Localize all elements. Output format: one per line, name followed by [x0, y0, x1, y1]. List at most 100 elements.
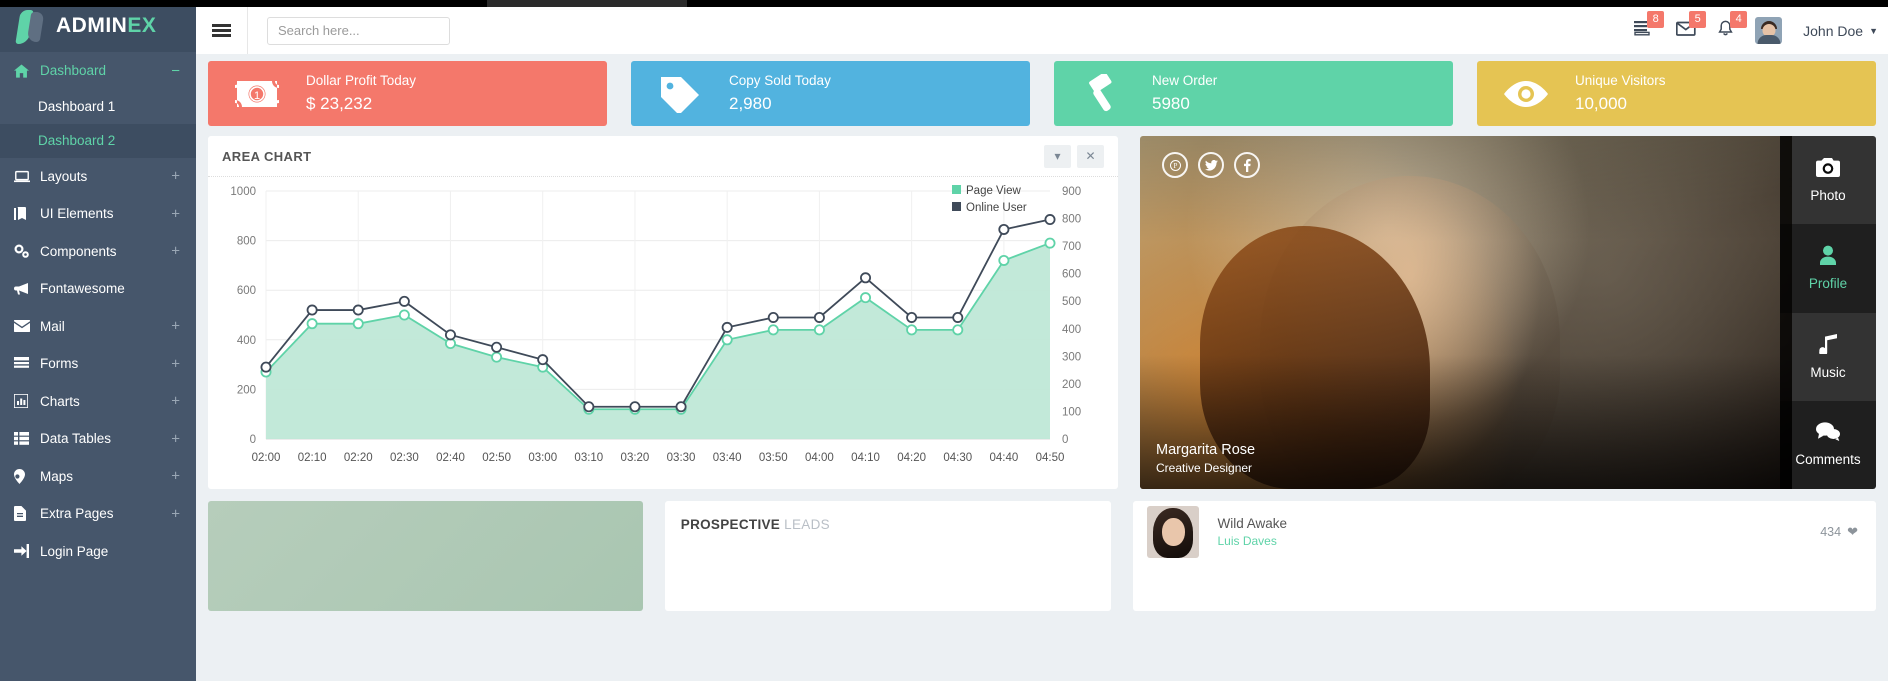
- gavel-icon: [1054, 74, 1152, 114]
- expand-caret[interactable]: +: [171, 244, 180, 259]
- user-menu[interactable]: John Doe ▼: [1803, 23, 1878, 39]
- panel-header: AREA CHART ▾ ✕: [208, 136, 1118, 177]
- money-bill-icon: 1: [208, 79, 306, 109]
- bar-chart-icon: [14, 394, 40, 408]
- expand-caret[interactable]: +: [171, 431, 180, 446]
- content-row-2: PROSPECTIVE LEADS Wild Awake Luis Daves …: [196, 489, 1888, 611]
- search-container: [248, 17, 450, 45]
- sidebar-item-mail[interactable]: Mail +: [0, 308, 196, 346]
- stat-label: Copy Sold Today: [729, 73, 831, 88]
- collapse-caret[interactable]: −: [171, 63, 180, 78]
- top-header: 8 5 4 John Doe ▼: [196, 7, 1888, 54]
- svg-text:0: 0: [1062, 434, 1068, 446]
- cogs-icon: [14, 244, 40, 258]
- stat-card-dollar-profit[interactable]: 1 Dollar Profit Today $ 23,232: [208, 61, 607, 126]
- brand-part-1: ADMIN: [56, 14, 127, 37]
- person-role: Creative Designer: [1156, 461, 1776, 475]
- svg-text:800: 800: [1062, 214, 1081, 226]
- tab-comments[interactable]: Comments: [1780, 401, 1876, 489]
- expand-caret[interactable]: +: [171, 469, 180, 484]
- stat-value: 5980: [1152, 94, 1217, 114]
- area-chart-svg: 02004006008001000 0100200300400500600700…: [208, 177, 1118, 489]
- prospective-leads-panel: PROSPECTIVE LEADS: [665, 501, 1112, 611]
- heart-icon: ❤: [1847, 524, 1858, 540]
- panel-actions: ▾ ✕: [1044, 145, 1104, 168]
- sidebar-item-fontawesome[interactable]: Fontawesome: [0, 270, 196, 308]
- sidebar-item-label: Dashboard: [40, 63, 106, 78]
- stat-card-new-order[interactable]: New Order 5980: [1054, 61, 1453, 126]
- bell-icon[interactable]: 4: [1717, 20, 1734, 42]
- pinterest-icon[interactable]: P: [1162, 152, 1188, 178]
- sidebar-item-login-page[interactable]: Login Page: [0, 533, 196, 571]
- svg-text:700: 700: [1062, 241, 1081, 253]
- facebook-icon[interactable]: [1234, 152, 1260, 178]
- book-icon: [14, 207, 40, 221]
- sidebar-item-label: Maps: [40, 469, 73, 484]
- brand-logo-area[interactable]: ADMINEX: [0, 0, 196, 52]
- expand-caret[interactable]: +: [171, 169, 180, 184]
- sidebar-item-components[interactable]: Components +: [0, 233, 196, 271]
- messages-envelope-icon[interactable]: 5: [1676, 20, 1696, 41]
- tag-icon: [631, 75, 729, 113]
- svg-text:100: 100: [1062, 406, 1081, 418]
- tasks-badge: 8: [1647, 11, 1664, 28]
- sidebar-item-forms[interactable]: Forms +: [0, 345, 196, 383]
- sidebar-subitem-dashboard-2[interactable]: Dashboard 2: [0, 124, 196, 158]
- chevron-down-icon[interactable]: ▾: [1044, 145, 1071, 168]
- sidebar-item-extra-pages[interactable]: Extra Pages +: [0, 495, 196, 533]
- svg-text:500: 500: [1062, 296, 1081, 308]
- svg-text:1000: 1000: [230, 186, 256, 198]
- expand-caret[interactable]: +: [171, 356, 180, 371]
- tasks-icon[interactable]: 8: [1634, 20, 1655, 41]
- tab-profile[interactable]: Profile: [1780, 224, 1876, 312]
- file-icon: [14, 506, 40, 521]
- svg-text:04:50: 04:50: [1036, 452, 1065, 464]
- social-links: P: [1162, 152, 1260, 178]
- expand-caret[interactable]: +: [171, 506, 180, 521]
- list-item-text: Wild Awake Luis Daves: [1217, 516, 1287, 548]
- sidebar-subitem-label: Dashboard 1: [38, 99, 115, 114]
- list-item[interactable]: Wild Awake Luis Daves 434 ❤: [1133, 501, 1876, 563]
- page-title: AREA CHART: [222, 149, 311, 164]
- stat-label: New Order: [1152, 73, 1217, 88]
- sidebar-item-label: Forms: [40, 356, 78, 371]
- twitter-icon[interactable]: [1198, 152, 1224, 178]
- svg-text:04:40: 04:40: [989, 452, 1018, 464]
- sidebar-item-charts[interactable]: Charts +: [0, 383, 196, 421]
- tab-photo[interactable]: Photo: [1780, 136, 1876, 224]
- sidebar-item-label: Login Page: [40, 544, 108, 559]
- svg-text:P: P: [1173, 162, 1177, 170]
- svg-text:04:20: 04:20: [897, 452, 926, 464]
- sidebar-item-label: Extra Pages: [40, 506, 114, 521]
- sidebar-item-maps[interactable]: Maps +: [0, 458, 196, 496]
- header-actions: 8 5 4 John Doe ▼: [1634, 17, 1888, 44]
- expand-caret[interactable]: +: [171, 394, 180, 409]
- svg-text:800: 800: [237, 236, 256, 248]
- expand-caret[interactable]: +: [171, 319, 180, 334]
- sidebar-item-label: Fontawesome: [40, 281, 125, 296]
- leaf-logo-icon: [16, 8, 50, 44]
- sidebar-item-layouts[interactable]: Layouts +: [0, 158, 196, 196]
- close-icon[interactable]: ✕: [1077, 145, 1104, 168]
- svg-text:03:50: 03:50: [759, 452, 788, 464]
- envelope-icon: [14, 320, 40, 332]
- avatar[interactable]: [1755, 17, 1782, 44]
- sidebar-nav: Dashboard − Dashboard 1 Dashboard 2 Layo…: [0, 52, 196, 570]
- sidebar-item-dashboard[interactable]: Dashboard −: [0, 52, 196, 90]
- tab-label: Photo: [1810, 188, 1845, 203]
- stat-card-copy-sold[interactable]: Copy Sold Today 2,980: [631, 61, 1030, 126]
- avatar: [1147, 506, 1199, 558]
- tab-music[interactable]: Music: [1780, 313, 1876, 401]
- hamburger-icon[interactable]: [196, 7, 248, 54]
- search-input[interactable]: [267, 17, 450, 45]
- svg-text:200: 200: [1062, 379, 1081, 391]
- svg-text:400: 400: [237, 335, 256, 347]
- content-row-1: AREA CHART ▾ ✕ 02004006008001000 0100200…: [196, 126, 1888, 489]
- track-artist: Luis Daves: [1217, 534, 1287, 548]
- sidebar-item-data-tables[interactable]: Data Tables +: [0, 420, 196, 458]
- sidebar-item-ui-elements[interactable]: UI Elements +: [0, 195, 196, 233]
- svg-text:04:30: 04:30: [943, 452, 972, 464]
- stat-card-unique-visitors[interactable]: Unique Visitors 10,000: [1477, 61, 1876, 126]
- expand-caret[interactable]: +: [171, 206, 180, 221]
- sidebar-subitem-dashboard-1[interactable]: Dashboard 1: [0, 90, 196, 124]
